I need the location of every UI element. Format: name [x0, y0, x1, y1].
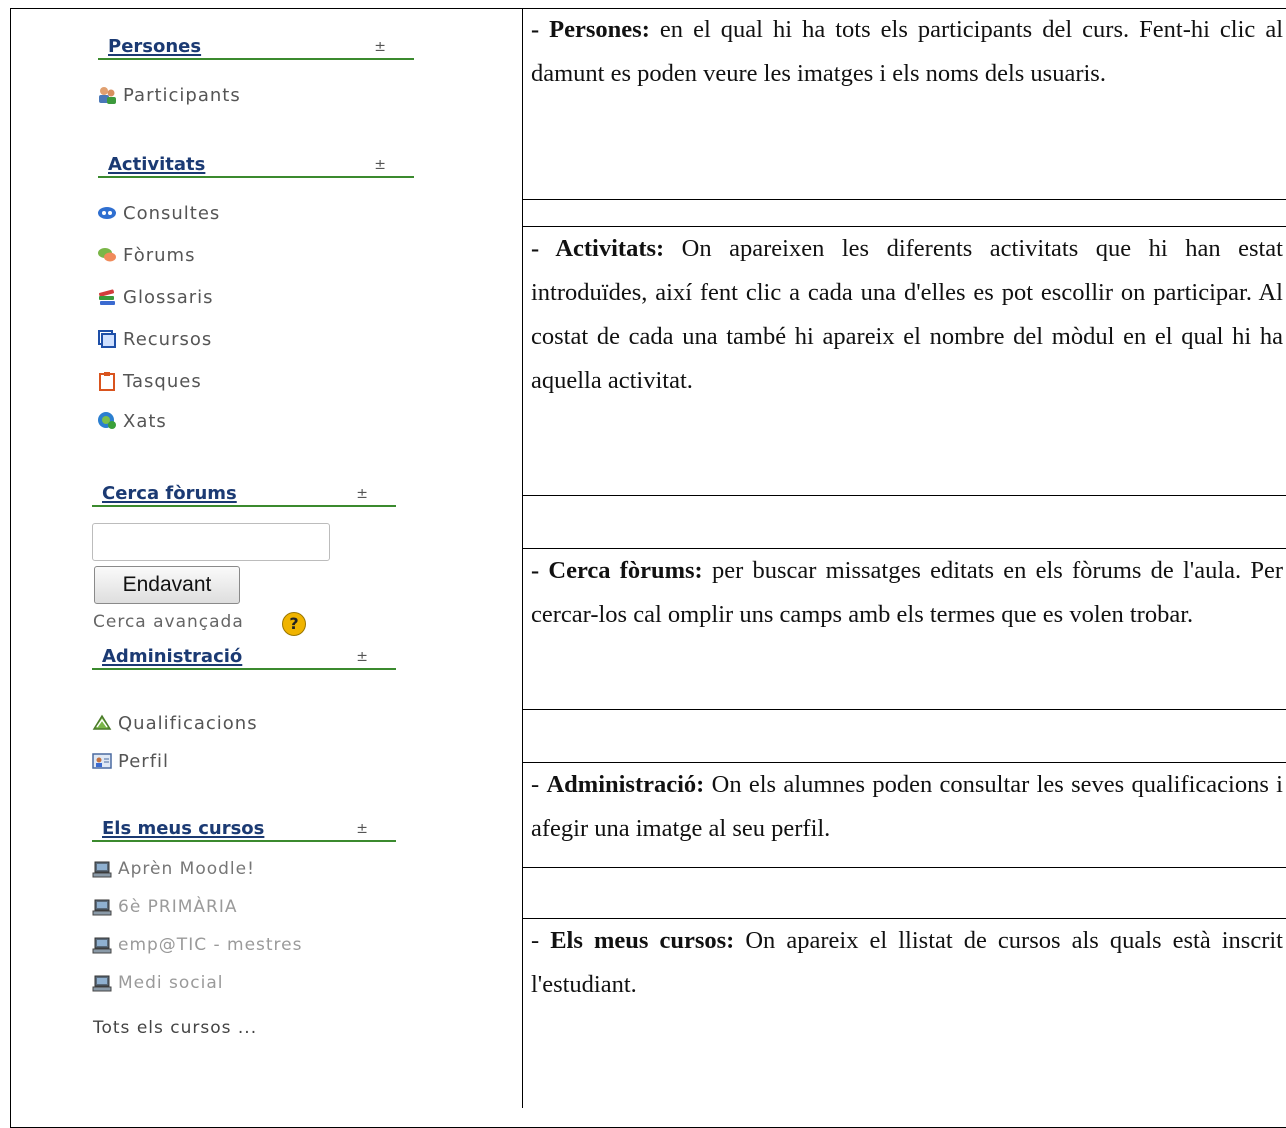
course-icon — [92, 937, 112, 954]
block-hide-icon[interactable]: ± — [374, 157, 386, 173]
description-activitats: - Activitats: On apareixen les diferents… — [523, 226, 1286, 496]
sidebar-item-participants[interactable]: Participants — [97, 83, 241, 107]
block-cerca-header: Cerca fòrums ± — [92, 479, 396, 507]
block-hide-icon[interactable]: ± — [356, 821, 368, 837]
block-activitats-title[interactable]: Activitats — [108, 154, 205, 175]
sidebar-item-label: Participants — [123, 84, 241, 106]
description-prefix: - — [531, 927, 551, 954]
block-cursos-title[interactable]: Els meus cursos — [102, 818, 264, 839]
sidebar-item-label: Fòrums — [123, 244, 196, 266]
sidebar-item-glossaris[interactable]: Glossaris — [97, 285, 214, 309]
all-courses-link[interactable]: Tots els cursos ... — [93, 1018, 257, 1038]
course-icon — [92, 861, 112, 878]
sidebar-item-consultes[interactable]: Consultes — [97, 201, 220, 225]
course-icon — [92, 975, 112, 992]
sidebar-item-forums[interactable]: Fòrums — [97, 243, 195, 267]
description-term: Els meus cursos: — [550, 927, 735, 954]
block-cursos-header: Els meus cursos ± — [92, 814, 396, 842]
sidebar-item-label: Qualificacions — [118, 712, 258, 734]
sidebar-item-qualificacions[interactable]: Qualificacions — [92, 711, 258, 735]
block-administracio-header: Administració ± — [92, 642, 396, 670]
course-icon — [92, 899, 112, 916]
search-go-button[interactable]: Endavant — [94, 566, 240, 604]
description-prefix: - — [531, 771, 547, 798]
sidebar-item-label: Tasques — [123, 370, 202, 392]
course-item-apren-moodle[interactable]: Aprèn Moodle! — [92, 857, 255, 881]
sidebar-item-label: 6è PRIMÀRIA — [118, 897, 238, 917]
block-hide-icon[interactable]: ± — [356, 486, 368, 502]
course-item-emptic-mestres[interactable]: emp@TIC - mestres — [92, 933, 303, 957]
chat-icon — [98, 412, 116, 429]
profile-icon — [92, 753, 112, 769]
grades-icon — [92, 714, 112, 730]
resource-icon — [98, 330, 116, 348]
sidebar-item-label: Medi social — [118, 973, 224, 993]
description-persones: - Persones: en el qual hi ha tots els pa… — [523, 8, 1286, 200]
advanced-search-link[interactable]: Cerca avançada — [93, 612, 244, 632]
description-term: - Activitats: — [531, 235, 665, 262]
sidebar-item-label: emp@TIC - mestres — [118, 935, 303, 955]
block-persones-header: Persones ± — [98, 32, 414, 60]
block-cerca-title[interactable]: Cerca fòrums — [102, 483, 237, 504]
sidebar-item-xats[interactable]: Xats — [97, 409, 167, 433]
sidebar-item-tasques[interactable]: Tasques — [97, 369, 202, 393]
description-cerca-forums: - Cerca fòrums: per buscar missatges edi… — [523, 548, 1286, 710]
choice-icon — [98, 207, 116, 219]
help-icon[interactable]: ? — [282, 612, 306, 636]
description-term: - Cerca fòrums: — [531, 557, 703, 584]
description-els-meus-cursos: - Els meus cursos: On apareix el llistat… — [523, 918, 1286, 1104]
sidebar-item-label: Consultes — [123, 202, 221, 224]
assignment-icon — [99, 372, 115, 391]
sidebar-item-label: Perfil — [118, 750, 170, 772]
block-hide-icon[interactable]: ± — [374, 39, 386, 55]
forum-search-input[interactable] — [92, 523, 330, 561]
sidebar-item-label: Recursos — [123, 328, 213, 350]
description-term: - Persones: — [531, 16, 650, 43]
block-activitats-header: Activitats ± — [98, 150, 414, 178]
forum-icon — [98, 248, 116, 262]
sidebar-item-label: Aprèn Moodle! — [118, 859, 255, 879]
sidebar-item-perfil[interactable]: Perfil — [92, 749, 169, 773]
description-term: Administració: — [546, 771, 705, 798]
participants-icon — [99, 87, 116, 104]
block-administracio-title[interactable]: Administració — [102, 646, 242, 667]
sidebar-item-label: Glossaris — [123, 286, 214, 308]
course-item-medi-social[interactable]: Medi social — [92, 971, 224, 995]
block-persones-title[interactable]: Persones — [108, 36, 201, 57]
description-administracio: - Administració: On els alumnes poden co… — [523, 762, 1286, 868]
course-item-6e-primaria[interactable]: 6è PRIMÀRIA — [92, 895, 238, 919]
glossary-icon — [98, 289, 115, 305]
sidebar-item-recursos[interactable]: Recursos — [97, 327, 212, 351]
block-hide-icon[interactable]: ± — [356, 649, 368, 665]
sidebar-item-label: Xats — [123, 410, 167, 432]
